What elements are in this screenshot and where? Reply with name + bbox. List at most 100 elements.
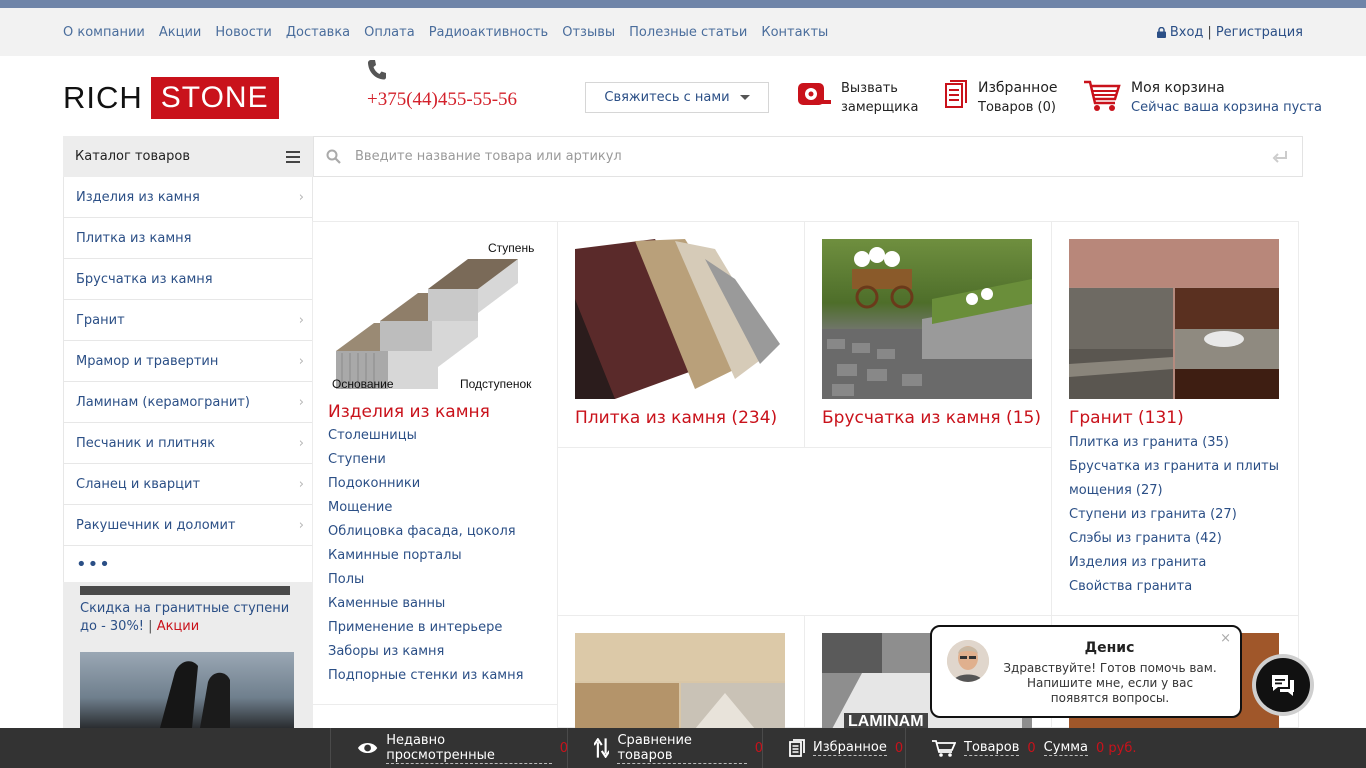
stairs-diagram-image[interactable]: Ступень Основание Подступенок [328,239,538,397]
img-label-step: Ступень [488,241,535,255]
nav-link-articles[interactable]: Полезные статьи [629,25,747,40]
chevron-right-icon: › [298,435,304,451]
card-title[interactable]: Изделия из камня [328,402,490,422]
promo-actions-link[interactable]: Акции [157,619,200,634]
search-icon [326,149,341,164]
header-favorites[interactable]: Избранное Товаров (0) [944,79,1058,117]
call-measurer[interactable]: Вызвать замерщика [797,79,918,117]
sub-link[interactable]: Плитка из гранита (35) [1069,431,1279,455]
sub-link[interactable]: Облицовка фасада, цоколя [328,520,523,544]
sub-link[interactable]: Подпорные стенки из камня [328,664,523,688]
stone-tile-image[interactable] [575,239,785,399]
nav-link-about[interactable]: О компании [63,25,145,40]
card-title[interactable]: Плитка из камня (234) [575,408,777,428]
catalog-item-slate[interactable]: Сланец и кварцит › [64,464,312,505]
nav-link-promotions[interactable]: Акции [159,25,202,40]
search-bar [313,136,1303,177]
bottom-favorites-label: Избранное [813,740,887,756]
bottom-favorites-count: 0 [894,740,904,756]
catalog-item-label: Ракушечник и доломит [76,517,236,533]
nav-link-reviews[interactable]: Отзывы [562,25,615,40]
nav-link-contacts[interactable]: Контакты [761,25,828,40]
catalog-item-sandstone[interactable]: Песчаник и плитняк › [64,423,312,464]
promo-image[interactable] [80,652,294,728]
promo-banner: Скидка на гранитные ступени до - 30%! | … [63,582,313,728]
compare-arrows-icon [594,738,610,758]
chevron-right-icon: › [298,312,304,328]
catalog-item-stone-products[interactable]: Изделия из камня › [64,177,312,218]
sub-link[interactable]: Столешницы [328,424,523,448]
cart-status: Сейчас ваша корзина пуста [1131,100,1322,115]
chevron-right-icon: › [298,353,304,369]
top-navigation: О компании Акции Новости Доставка Оплата… [0,8,1366,56]
cart-title: Моя корзина [1131,80,1225,96]
close-icon[interactable]: × [1220,631,1231,646]
catalog-toggle[interactable]: Каталог товаров [63,136,313,177]
compare-products[interactable]: Сравнение товаров 0 [567,728,763,768]
nav-link-payment[interactable]: Оплата [364,25,415,40]
sub-link[interactable]: Применение в интерьере [328,616,523,640]
chat-agent-avatar [947,640,989,682]
catalog-item-label: Ламинам (керамогранит) [76,394,250,410]
favorites-list-icon [945,80,967,108]
enter-arrow-icon[interactable] [1272,150,1288,164]
card-title[interactable]: Гранит (131) [1069,408,1184,428]
sub-link[interactable]: Свойства гранита [1069,575,1279,599]
chat-popup[interactable]: Денис Здравствуйте! Готов помочь вам. На… [930,625,1242,718]
catalog-item-label: Плитка из камня [76,230,192,246]
call-measurer-text: Вызвать замерщика [841,79,918,117]
sub-link[interactable]: Мощение [328,496,523,520]
recently-viewed[interactable]: Недавно просмотренные 0 [330,728,568,768]
cart-text: Моя корзина Сейчас ваша корзина пуста [1131,79,1322,117]
chevron-right-icon: › [298,189,304,205]
login-link[interactable]: Вход [1170,25,1204,40]
sub-link[interactable]: Изделия из гранита [1069,551,1279,575]
sub-link[interactable]: Каминные порталы [328,544,523,568]
catalog-item-stone-tile[interactable]: Плитка из камня [64,218,312,259]
nav-link-delivery[interactable]: Доставка [286,25,350,40]
category-card-granite: Гранит (131) Плитка из гранита (35) Брус… [1051,221,1299,616]
marble-image[interactable] [575,633,785,729]
catalog-more-button[interactable]: ••• [64,546,312,583]
promo-image-strip [80,586,290,595]
nav-link-news[interactable]: Новости [215,25,272,40]
bottom-toolbar: Недавно просмотренные 0 Сравнение товаро… [0,728,1366,768]
sub-link[interactable]: Ступени [328,448,523,472]
header-cart[interactable]: Моя корзина Сейчас ваша корзина пуста [1083,79,1322,117]
catalog-item-label: Песчаник и плитняк [76,435,216,451]
card-title[interactable]: Брусчатка из камня (15) [822,408,1041,428]
catalog-item-marble[interactable]: Мрамор и травертин › [64,341,312,382]
sub-link[interactable]: Заборы из камня [328,640,523,664]
catalog-item-shell-rock[interactable]: Ракушечник и доломит › [64,505,312,546]
catalog-item-paving-stone[interactable]: Брусчатка из камня [64,259,312,300]
sub-link[interactable]: Брусчатка из гранита и плиты [1069,455,1279,479]
sub-link[interactable]: Подоконники [328,472,523,496]
catalog-item-laminam[interactable]: Ламинам (керамогранит) › [64,382,312,423]
granite-image[interactable] [1069,239,1279,399]
eye-icon [357,742,378,754]
call-measurer-line2: замерщика [841,100,919,115]
catalog-item-label: Сланец и кварцит [76,476,201,492]
chevron-down-icon [739,95,750,100]
sub-link[interactable]: мощения (27) [1069,479,1279,503]
call-measurer-line1: Вызвать [841,81,898,96]
catalog-item-granite[interactable]: Гранит › [64,300,312,341]
contact-us-dropdown[interactable]: Свяжитесь с нами [585,82,769,113]
search-input[interactable] [355,149,1235,164]
register-link[interactable]: Регистрация [1216,25,1303,40]
sub-link[interactable]: Ступени из гранита (27) [1069,503,1279,527]
catalog-menu: Изделия из камня › Плитка из камня Брусч… [63,177,313,583]
bottom-goods-label: Товаров [964,740,1020,756]
sub-link[interactable]: Каменные ванны [328,592,523,616]
chat-launcher-button[interactable] [1252,654,1314,716]
paving-stone-image[interactable] [822,239,1032,399]
sub-link[interactable]: Слэбы из гранита (42) [1069,527,1279,551]
sub-link[interactable]: Полы [328,568,523,592]
header-phone[interactable]: +375(44)455-55-56 [367,89,517,111]
bottom-cart[interactable]: Товаров 0 Сумма 0 руб. [905,728,1145,768]
catalog-item-label: Изделия из камня [76,189,200,205]
bottom-favorites[interactable]: Избранное 0 [762,728,906,768]
nav-link-radioactivity[interactable]: Радиоактивность [429,25,549,40]
chevron-right-icon: › [298,517,304,533]
site-logo[interactable]: RICH STONE [63,74,279,122]
